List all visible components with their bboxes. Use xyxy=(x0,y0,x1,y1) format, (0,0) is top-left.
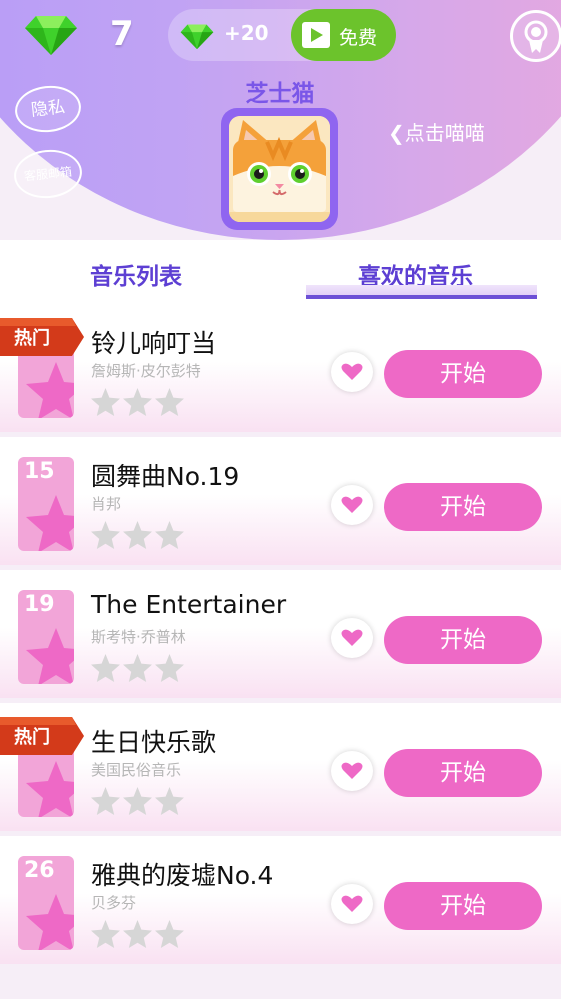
favorite-button[interactable] xyxy=(331,352,373,392)
star-icon xyxy=(26,894,74,950)
favorite-button[interactable] xyxy=(331,884,373,924)
achievement-button[interactable] xyxy=(510,10,561,62)
song-row: 15 圆舞曲No.19 肖邦 开始 xyxy=(0,437,561,565)
star-icon xyxy=(26,761,74,817)
song-card: 19 xyxy=(18,590,74,684)
song-number: 26 xyxy=(24,858,55,883)
badge-icon xyxy=(524,20,548,53)
heart-icon xyxy=(341,629,363,646)
favorite-button[interactable] xyxy=(331,751,373,791)
cat-name: 芝士猫 xyxy=(245,81,315,107)
rating-star-icon xyxy=(123,920,152,948)
rating-star-icon xyxy=(91,787,120,815)
hot-label: 热门 xyxy=(14,328,50,349)
song-title: 铃儿响叮当 xyxy=(91,329,217,358)
song-row: 26 雅典的废墟No.4 贝多芬 开始 xyxy=(0,836,561,964)
heart-icon xyxy=(341,762,363,779)
song-number: 19 xyxy=(24,592,55,617)
song-artist: 美国民俗音乐 xyxy=(91,761,182,779)
favorite-button[interactable] xyxy=(331,618,373,658)
favorite-button[interactable] xyxy=(331,485,373,525)
song-title: 生日快乐歌 xyxy=(91,728,217,757)
song-row: 热门 生日快乐歌 美国民俗音乐 开始 xyxy=(0,703,561,831)
star-rating xyxy=(91,654,187,684)
star-rating xyxy=(91,521,187,551)
rating-star-icon xyxy=(91,388,120,416)
video-icon xyxy=(302,22,330,48)
gem-count: 7 xyxy=(110,14,134,54)
song-number: 15 xyxy=(24,459,55,484)
heart-icon xyxy=(341,496,363,513)
star-rating xyxy=(91,787,187,817)
song-card: 15 xyxy=(18,457,74,551)
start-button[interactable]: 开始 xyxy=(384,616,542,664)
rating-star-icon xyxy=(123,787,152,815)
hot-label: 热门 xyxy=(14,727,50,748)
heart-icon xyxy=(341,895,363,912)
tab-bar: 音乐列表 喜欢的音乐 xyxy=(0,240,561,304)
song-artist: 詹姆斯·皮尔彭特 xyxy=(91,362,201,380)
star-icon xyxy=(26,495,74,551)
cat-avatar[interactable] xyxy=(221,108,338,230)
star-rating xyxy=(91,920,187,950)
rating-star-icon xyxy=(155,920,184,948)
song-artist: 贝多芬 xyxy=(91,894,137,912)
rating-star-icon xyxy=(123,388,152,416)
rating-star-icon xyxy=(123,654,152,682)
rating-star-icon xyxy=(91,654,120,682)
hot-badge: 热门 xyxy=(0,318,84,356)
rating-star-icon xyxy=(155,521,184,549)
song-title: The Entertainer xyxy=(91,590,287,619)
gem-icon xyxy=(24,14,78,56)
header: 7 +20 免费 隐私 客服邮箱 芝士猫 ❮点击喵喵 xyxy=(0,0,561,240)
rating-star-icon xyxy=(123,521,152,549)
star-icon xyxy=(26,362,74,418)
rating-star-icon xyxy=(91,920,120,948)
rating-star-icon xyxy=(91,521,120,549)
tab-active-indicator xyxy=(306,285,537,299)
start-button[interactable]: 开始 xyxy=(384,749,542,797)
song-row: 19 The Entertainer 斯考特·乔普林 开始 xyxy=(0,570,561,698)
star-rating xyxy=(91,388,187,418)
heart-icon xyxy=(341,363,363,380)
tab-music-list[interactable]: 音乐列表 xyxy=(90,257,182,291)
cat-face-icon xyxy=(229,116,330,222)
song-title: 雅典的废墟No.4 xyxy=(91,861,274,890)
start-button[interactable]: 开始 xyxy=(384,882,542,930)
free-label: 免费 xyxy=(339,27,378,49)
free-video-button[interactable]: 免费 xyxy=(291,9,396,61)
reward-text: +20 xyxy=(224,21,269,45)
reward-gem-icon xyxy=(180,23,214,50)
start-button[interactable]: 开始 xyxy=(384,350,542,398)
star-icon xyxy=(26,628,74,684)
rating-star-icon xyxy=(155,388,184,416)
hot-badge: 热门 xyxy=(0,717,84,755)
rating-star-icon xyxy=(155,787,184,815)
song-artist: 斯考特·乔普林 xyxy=(91,628,186,646)
song-title: 圆舞曲No.19 xyxy=(91,462,240,491)
start-button[interactable]: 开始 xyxy=(384,483,542,531)
rating-star-icon xyxy=(155,654,184,682)
song-row: 热门 铃儿响叮当 詹姆斯·皮尔彭特 开始 xyxy=(0,304,561,432)
song-artist: 肖邦 xyxy=(91,495,122,513)
song-card: 26 xyxy=(18,856,74,950)
tap-cat-hint[interactable]: ❮点击喵喵 xyxy=(388,117,485,146)
